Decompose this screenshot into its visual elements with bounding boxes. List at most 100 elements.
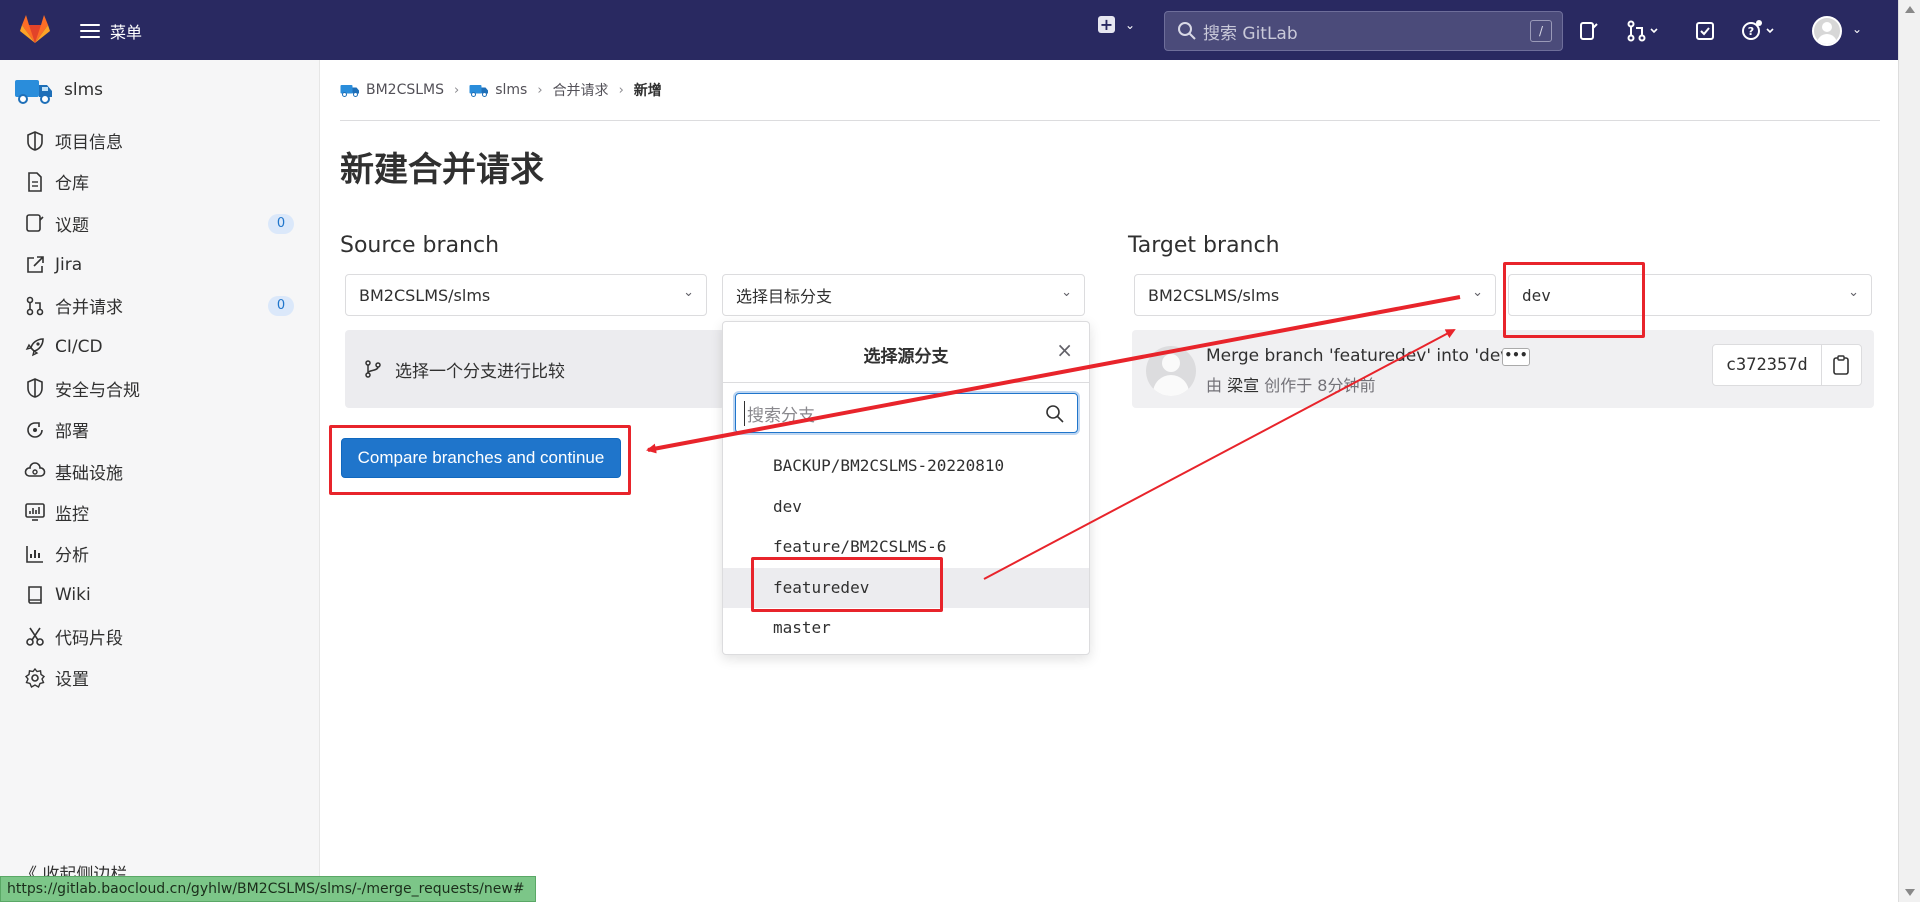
sidebar-item-label: 设置 <box>55 670 89 690</box>
user-avatar[interactable] <box>1812 16 1842 46</box>
breadcrumb-project[interactable]: slms <box>469 82 527 98</box>
chevron-right-icon: › <box>454 82 460 98</box>
search-input[interactable]: 搜索 GitLab / <box>1164 11 1563 51</box>
status-url-bar: https://gitlab.baocloud.cn/gyhlw/BM2CSLM… <box>0 876 536 902</box>
sidebar-item-merge-requests[interactable]: 合并请求 0 <box>0 285 320 326</box>
page-scrollbar[interactable] <box>1898 0 1920 902</box>
menu-button[interactable]: 菜单 <box>80 17 142 45</box>
sidebar-item-label: 监控 <box>55 504 89 525</box>
source-project-select[interactable]: BM2CSLMS/slms ⌄ <box>345 274 707 316</box>
commit-meta: 由 梁宣 创作于 8分钟前 <box>1206 372 1376 396</box>
sidebar-item-issues[interactable]: 议题 0 <box>0 203 320 244</box>
info-icon <box>27 130 43 151</box>
search-icon <box>1178 22 1196 40</box>
target-project-value: BM2CSLMS/slms <box>1148 285 1280 305</box>
sidebar-item-label: 仓库 <box>55 174 89 195</box>
breadcrumb: BM2CSLMS › slms › 合并请求 › 新增 <box>340 80 662 100</box>
search-shortcut-key: / <box>1530 20 1552 42</box>
branch-option[interactable]: BACKUP/BM2CSLMS-20220810 <box>723 446 1089 487</box>
rocket-icon <box>25 338 44 357</box>
copy-sha-button[interactable] <box>1822 345 1861 385</box>
commit-sha-group: c372357d <box>1712 344 1862 386</box>
search-placeholder: 搜索 GitLab <box>1203 23 1298 44</box>
source-branch-heading: Source branch <box>340 233 500 258</box>
merge-requests-count-badge: 0 <box>268 296 294 317</box>
sidebar-item-label: 合并请求 <box>55 298 123 319</box>
source-compare-hint-box: 选择一个分支进行比较 <box>345 330 725 408</box>
chevron-right-icon: › <box>537 82 543 98</box>
chevron-down-icon: ⌄ <box>1472 285 1483 300</box>
sidebar-item-ci-cd[interactable]: CI/CD <box>0 326 320 367</box>
ellipsis-icon[interactable]: ••• <box>1502 348 1530 366</box>
sidebar-item-label: 安全与合规 <box>55 380 140 401</box>
annotation-box-compare-button <box>329 425 631 495</box>
sidebar-item-wiki[interactable]: Wiki <box>0 574 320 615</box>
commit-author[interactable]: 梁宣 <box>1227 376 1259 395</box>
source-branch-placeholder: 选择目标分支 <box>736 287 833 306</box>
sidebar-item-label: 议题 <box>55 215 89 236</box>
commit-message[interactable]: Merge branch 'featuredev' into 'dev' <box>1206 346 1515 366</box>
gitlab-logo-icon[interactable] <box>18 12 52 46</box>
sidebar-item-label: Jira <box>55 254 83 275</box>
top-navbar: 菜单 + ⌄ 搜索 GitLab / ? ⌄ <box>0 0 1898 60</box>
close-icon[interactable]: × <box>1056 340 1073 360</box>
branch-search-input[interactable]: 搜索分支 <box>735 393 1078 433</box>
branch-option[interactable]: master <box>723 608 1089 649</box>
chevron-down-icon[interactable]: ⌄ <box>1852 22 1862 36</box>
sidebar-item-label: CI/CD <box>55 337 103 358</box>
search-icon <box>1046 405 1064 423</box>
project-header[interactable]: slms <box>14 74 103 106</box>
branch-option[interactable]: dev <box>723 487 1089 528</box>
sidebar-item-label: 项目信息 <box>55 133 123 154</box>
sidebar-item-snippets[interactable]: 代码片段 <box>0 616 320 657</box>
chevron-down-icon: ⌄ <box>1061 285 1072 300</box>
breadcrumb-current: 新增 <box>633 83 662 99</box>
todo-checkbox-icon[interactable] <box>1694 20 1716 42</box>
sidebar-item-label: 部署 <box>55 422 89 443</box>
chart-icon <box>26 545 43 563</box>
todo-issues-icon[interactable] <box>1578 20 1600 42</box>
chevron-down-icon: ⌄ <box>683 285 694 300</box>
commit-by-label: 由 <box>1206 376 1223 395</box>
branch-search-placeholder: 搜索分支 <box>744 400 815 426</box>
commit-author-avatar <box>1146 346 1196 396</box>
branch-list: BACKUP/BM2CSLMS-20220810 dev feature/BM2… <box>723 446 1089 649</box>
sidebar-item-infrastructure[interactable]: 基础设施 <box>0 450 320 491</box>
sidebar-item-analytics[interactable]: 分析 <box>0 533 320 574</box>
monitor-icon <box>25 503 45 522</box>
clipboard-icon <box>1833 355 1850 375</box>
breadcrumb-project-label: slms <box>495 82 528 98</box>
commit-sha[interactable]: c372357d <box>1713 345 1822 385</box>
chevron-down-icon: ⌄ <box>1125 17 1136 32</box>
sidebar-item-monitor[interactable]: 监控 <box>0 492 320 533</box>
plus-icon: + <box>1098 15 1115 34</box>
dropdown-title: 选择源分支 <box>863 347 949 367</box>
breadcrumb-group-label: BM2CSLMS <box>366 82 445 98</box>
menu-label: 菜单 <box>110 23 143 42</box>
sidebar-item-repository[interactable]: 仓库 <box>0 161 320 202</box>
sidebar-item-deployments[interactable]: 部署 <box>0 409 320 450</box>
dropdown-divider <box>723 382 1089 383</box>
merge-requests-icon[interactable] <box>1626 20 1660 42</box>
source-branch-select[interactable]: 选择目标分支 ⌄ <box>722 274 1085 316</box>
annotation-box-target-dev <box>1503 262 1645 338</box>
sidebar-item-jira[interactable]: Jira <box>0 244 320 285</box>
document-icon <box>28 172 42 192</box>
merge-request-icon <box>26 296 44 316</box>
scroll-down-icon[interactable] <box>1905 889 1915 896</box>
help-icon[interactable]: ? <box>1740 20 1780 42</box>
annotation-box-featuredev <box>751 557 943 612</box>
page-title: 新建合并请求 <box>340 150 544 190</box>
truck-icon <box>340 85 359 97</box>
new-dropdown-button[interactable]: + ⌄ <box>1098 16 1135 33</box>
breadcrumb-section[interactable]: 合并请求 <box>553 80 609 100</box>
sidebar-item-project-info[interactable]: 项目信息 <box>0 120 320 161</box>
scissors-icon <box>26 627 44 647</box>
target-project-select[interactable]: BM2CSLMS/slms ⌄ <box>1134 274 1496 316</box>
chevron-down-icon: ⌄ <box>1848 285 1859 300</box>
breadcrumb-group[interactable]: BM2CSLMS <box>340 82 444 98</box>
scroll-up-icon[interactable] <box>1905 6 1915 13</box>
shield-icon <box>27 378 43 399</box>
sidebar-item-security[interactable]: 安全与合规 <box>0 368 320 409</box>
sidebar-item-settings[interactable]: 设置 <box>0 657 320 698</box>
